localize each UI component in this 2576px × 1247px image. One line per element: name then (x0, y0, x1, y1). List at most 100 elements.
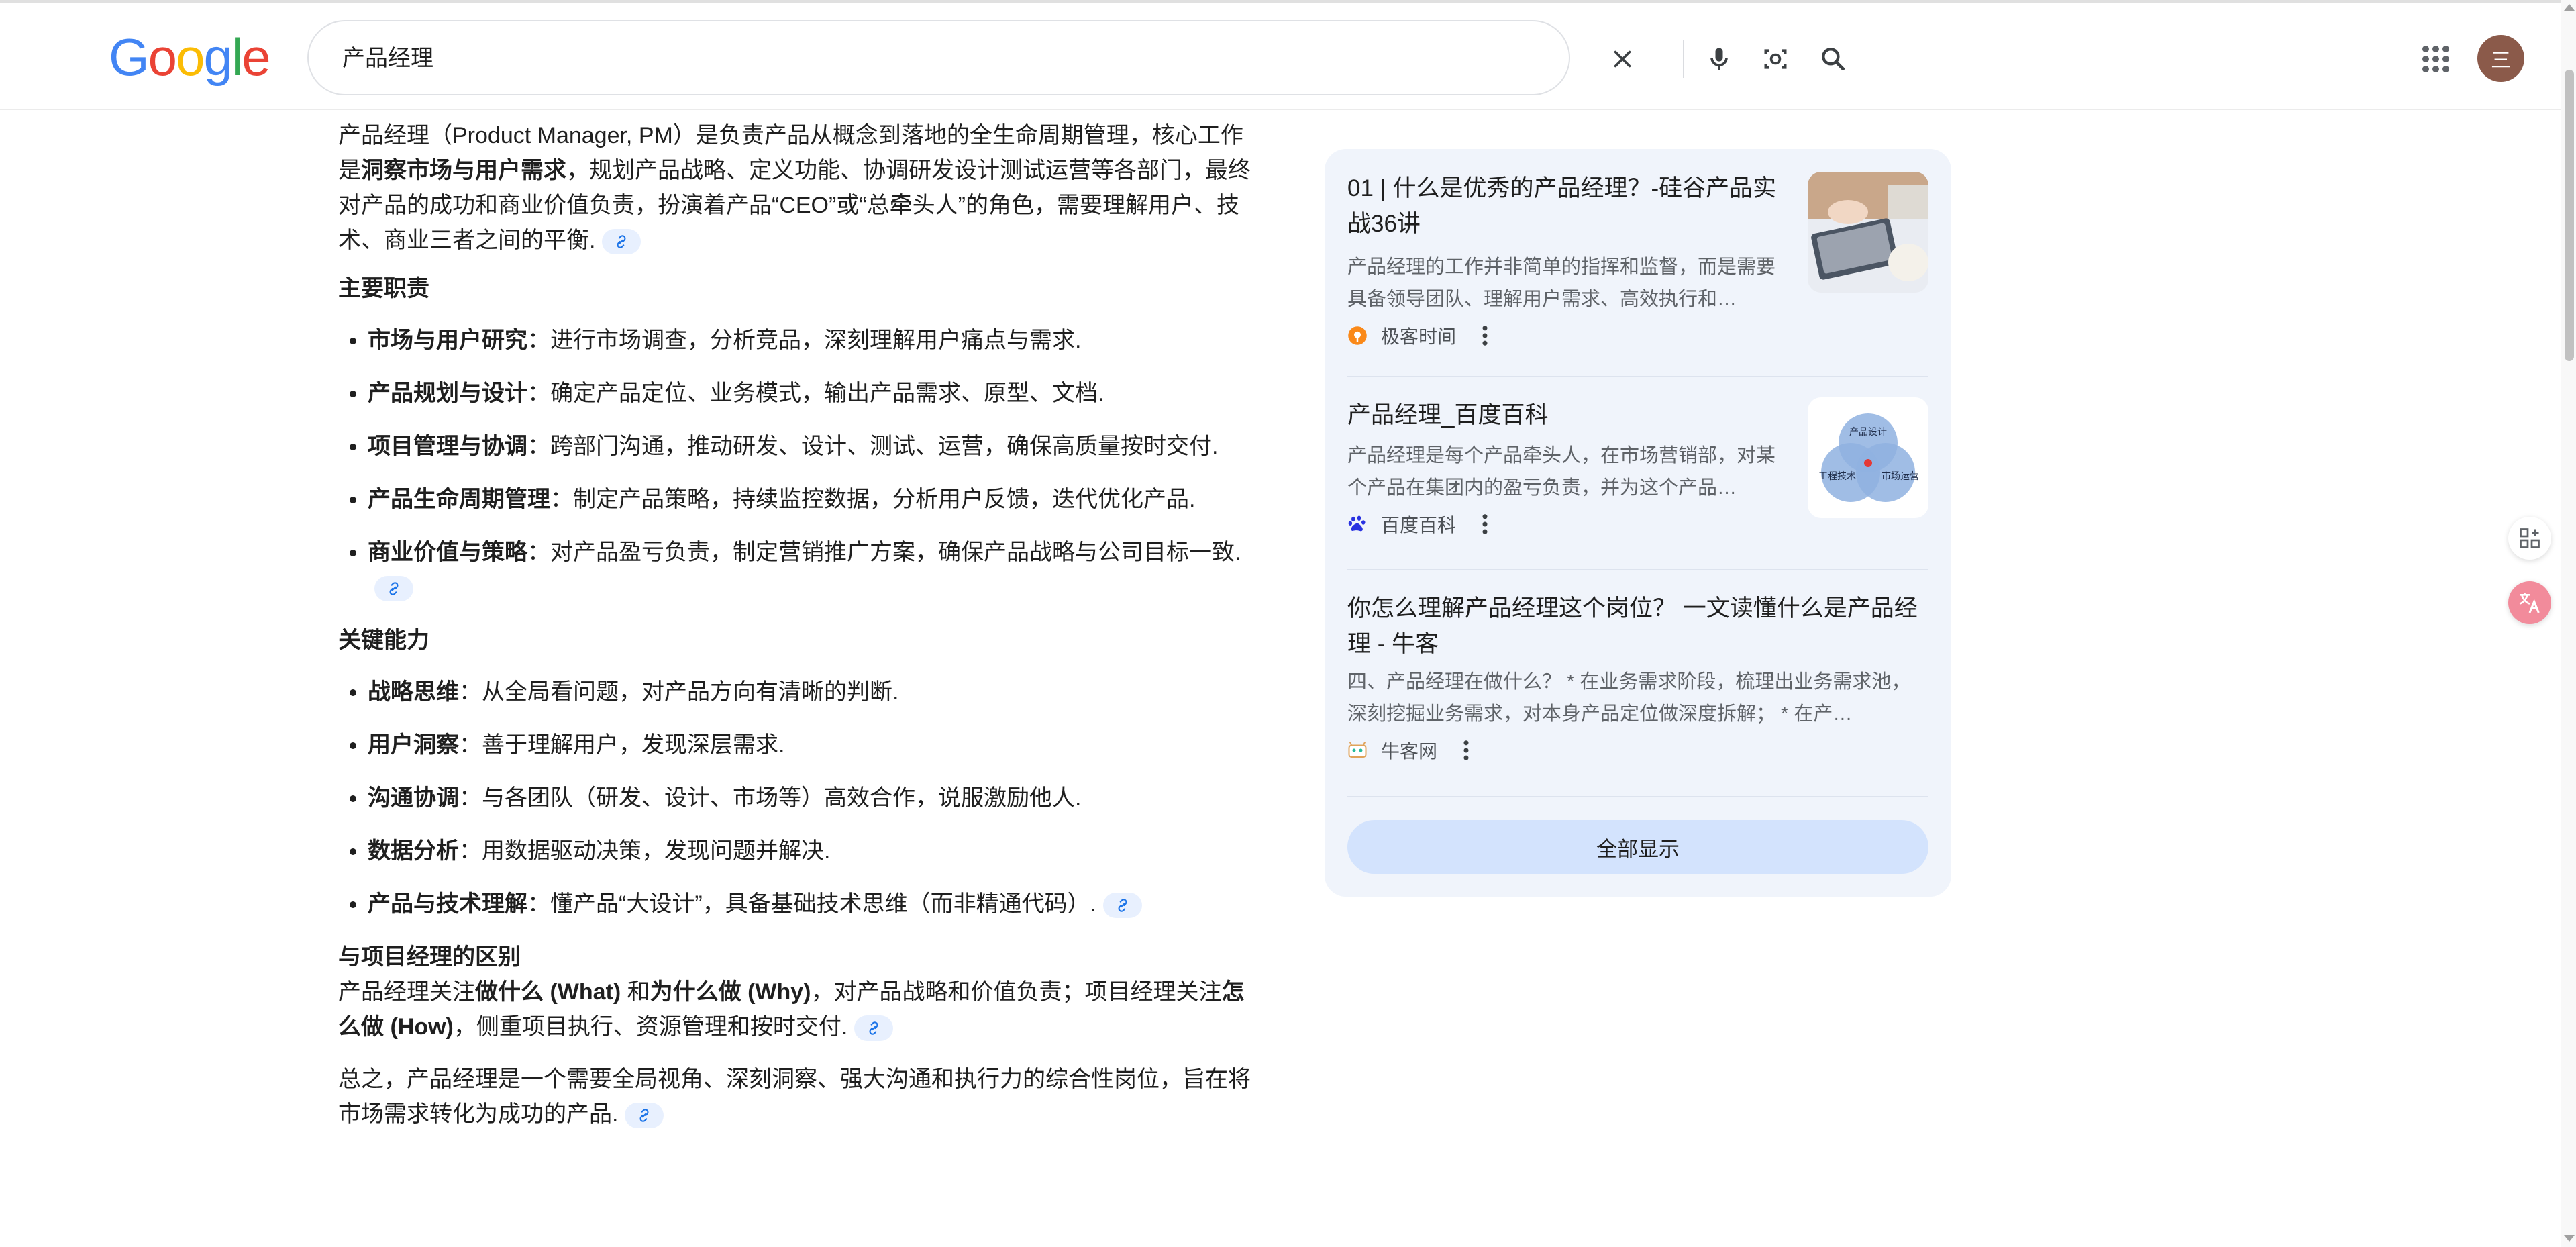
search-box (307, 20, 1845, 95)
duties-list: 市场与用户研究：进行市场调查，分析竞品，深刻理解用户痛点与需求. 产品规划与设计… (338, 323, 1257, 605)
source-card[interactable]: 你怎么理解产品经理这个岗位？ 一文读懂什么是产品经理 - 牛客 四、产品经理在做… (1347, 591, 1928, 765)
item-text: ：与各团队（研发、设计、市场等）高效合作，说服激励他人. (459, 785, 1082, 811)
source-site: 牛客网 (1381, 741, 1438, 762)
conclusion-text: 总之，产品经理是一个需要全局视角、深刻洞察、强大沟通和执行力的综合性岗位，旨在将… (338, 1066, 1251, 1127)
source-snippet: 产品经理的工作并非简单的指挥和监督，而是需要具备领导团队、理解用户需求、高效执行… (1347, 256, 1776, 310)
google-logo[interactable]: Google (109, 28, 271, 87)
item-text: ：善于理解用户，发现深层需求. (459, 732, 785, 758)
list-item: 战略思维：从全局看问题，对产品方向有清晰的判断. (368, 675, 1257, 709)
link-icon[interactable] (625, 1103, 664, 1129)
list-item: 商业价值与策略：对产品盈亏负责，制定营销推广方案，确保产品战略与公司目标一致. (368, 535, 1257, 605)
item-bold: 项目管理与协调 (368, 434, 527, 459)
logo-letter: o (148, 28, 177, 87)
search-divider (1683, 40, 1684, 78)
scroll-up-arrow-icon[interactable] (2564, 4, 2575, 11)
diff-text: 和 (621, 979, 650, 1005)
item-bold: 战略思维 (368, 679, 459, 705)
source-snippet: 四、产品经理在做什么？ * 在业务需求阶段，梳理出业务需求池，深刻挖掘业务需求，… (1347, 671, 1911, 725)
item-text: ：进行市场调查，分析竞品，深刻理解用户痛点与需求. (527, 328, 1082, 353)
ai-answer: 产品经理（Product Manager, PM）是负责产品从概念到落地的全生命… (338, 118, 1257, 1132)
source-title[interactable]: 01 | 什么是优秀的产品经理？-硅谷产品实战36讲 (1347, 170, 1777, 242)
source-card[interactable]: 产品经理_百度百科 产品经理是每个产品牵头人，在市场营销部，对某个产品在集团内的… (1347, 397, 1928, 539)
source-snippet: 产品经理是每个产品牵头人，在市场营销部，对某个产品在集团内的盈亏负责，并为这个产… (1347, 445, 1776, 499)
source-title[interactable]: 产品经理_百度百科 (1347, 397, 1777, 433)
item-text: ：懂产品“大设计”，具备基础技术思维（而非精通代码）. (527, 891, 1097, 917)
diff-bold: 做什么 (What) (475, 979, 621, 1005)
add-to-collection-icon[interactable] (2508, 517, 2551, 560)
logo-letter: l (231, 28, 243, 87)
diff-paragraph: 产品经理关注做什么 (What) 和为什么做 (Why)，对产品战略和价值负责；… (338, 975, 1257, 1044)
link-icon[interactable] (602, 229, 641, 255)
avatar[interactable]: 三 (2477, 35, 2524, 82)
link-icon[interactable] (374, 576, 413, 602)
diff-text: ，侧重项目执行、资源管理和按时交付. (453, 1014, 848, 1040)
list-item: 产品与技术理解：懂产品“大设计”，具备基础技术思维（而非精通代码）. (368, 887, 1257, 921)
divider (1347, 796, 1928, 797)
baidu-paw-favicon-icon (1347, 514, 1368, 534)
microphone-icon[interactable] (1700, 40, 1738, 78)
source-thumbnail[interactable] (1808, 172, 1928, 293)
item-bold: 产品规划与设计 (368, 381, 527, 406)
item-bold: 产品生命周期管理 (368, 487, 550, 512)
item-text: ：从全局看问题，对产品方向有清晰的判断. (459, 679, 899, 705)
abilities-title: 关键能力 (338, 628, 429, 653)
source-site: 极客时间 (1381, 326, 1457, 347)
search-results-page: Google 产品经理 三 产品经理（Product Manager, PM）是… (0, 0, 2576, 1247)
source-site: 百度百科 (1381, 515, 1457, 536)
sources-panel: 01 | 什么是优秀的产品经理？-硅谷产品实战36讲 产品经理的工作并非简单的指… (1325, 149, 1951, 897)
clear-icon[interactable] (1604, 40, 1641, 78)
item-text: ：对产品盈亏负责，制定营销推广方案，确保产品战略与公司目标一致. (527, 540, 1241, 565)
list-item: 数据分析：用数据驱动决策，发现问题并解决. (368, 834, 1257, 868)
item-bold: 数据分析 (368, 838, 459, 864)
search-icon[interactable] (1814, 40, 1852, 78)
avatar-letter: 三 (2491, 50, 2511, 72)
scrollbar-thumb[interactable] (2565, 70, 2574, 361)
list-item: 市场与用户研究：进行市场调查，分析竞品，深刻理解用户痛点与需求. (368, 323, 1257, 358)
item-bold: 市场与用户研究 (368, 328, 527, 353)
logo-letter: o (176, 28, 205, 87)
translate-icon[interactable] (2508, 581, 2551, 624)
item-text: ：确定产品定位、业务模式，输出产品需求、原型、文档. (527, 381, 1104, 406)
geektime-favicon-icon (1347, 326, 1368, 346)
diff-title: 与项目经理的区别 (338, 944, 521, 970)
divider (1347, 376, 1928, 377)
more-options-icon[interactable] (1475, 511, 1495, 538)
abilities-list: 战略思维：从全局看问题，对产品方向有清晰的判断. 用户洞察：善于理解用户，发现深… (338, 675, 1257, 921)
item-text: ：用数据驱动决策，发现问题并解决. (459, 838, 831, 864)
source-title[interactable]: 你怎么理解产品经理这个岗位？ 一文读懂什么是产品经理 - 牛客 (1347, 591, 1928, 662)
divider (1347, 569, 1928, 570)
list-item: 用户洞察：善于理解用户，发现深层需求. (368, 728, 1257, 762)
intro-paragraph: 产品经理（Product Manager, PM）是负责产品从概念到落地的全生命… (338, 118, 1257, 258)
search-input[interactable] (341, 35, 1283, 82)
item-text: ：制定产品策略，持续监控数据，分析用户反馈，迭代优化产品. (550, 487, 1196, 512)
list-item: 沟通协调：与各团队（研发、设计、市场等）高效合作，说服激励他人. (368, 781, 1257, 815)
link-icon[interactable] (854, 1015, 894, 1042)
source-card[interactable]: 01 | 什么是优秀的产品经理？-硅谷产品实战36讲 产品经理的工作并非简单的指… (1347, 170, 1928, 350)
link-icon[interactable] (1103, 893, 1143, 919)
apps-grid-icon[interactable] (2416, 39, 2456, 79)
logo-letter: G (109, 28, 150, 87)
nowcoder-favicon-icon (1347, 740, 1368, 760)
duties-title: 主要职责 (338, 276, 429, 301)
source-meta: 牛客网 (1347, 736, 1928, 765)
item-text: ：跨部门沟通，推动研发、设计、测试、运营，确保高质量按时交付. (527, 434, 1219, 459)
diff-text: ，对产品战略和价值负责；项目经理关注 (811, 979, 1222, 1005)
diff-bold: 为什么做 (Why) (650, 979, 811, 1005)
list-item: 产品规划与设计：确定产品定位、业务模式，输出产品需求、原型、文档. (368, 376, 1257, 411)
intro-bold: 洞察市场与用户需求 (361, 158, 566, 183)
scroll-down-arrow-icon[interactable] (2564, 1235, 2575, 1242)
source-meta: 极客时间 (1347, 321, 1928, 350)
more-options-icon[interactable] (1456, 737, 1476, 764)
conclusion-paragraph: 总之，产品经理是一个需要全局视角、深刻洞察、强大沟通和执行力的综合性岗位，旨在将… (338, 1062, 1257, 1132)
venn-label: 市场运营 (1882, 470, 1919, 482)
show-all-button[interactable]: 全部显示 (1347, 820, 1928, 874)
more-options-icon[interactable] (1475, 322, 1495, 349)
item-bold: 用户洞察 (368, 732, 459, 758)
venn-label: 工程技术 (1818, 471, 1856, 482)
camera-search-icon[interactable] (1757, 40, 1794, 78)
item-bold: 沟通协调 (368, 785, 459, 811)
logo-letter: e (242, 28, 270, 87)
venn-label: 产品设计 (1849, 427, 1887, 438)
source-thumbnail[interactable]: 产品设计 工程技术 市场运营 (1808, 397, 1928, 518)
diff-text: 产品经理关注 (338, 979, 475, 1005)
